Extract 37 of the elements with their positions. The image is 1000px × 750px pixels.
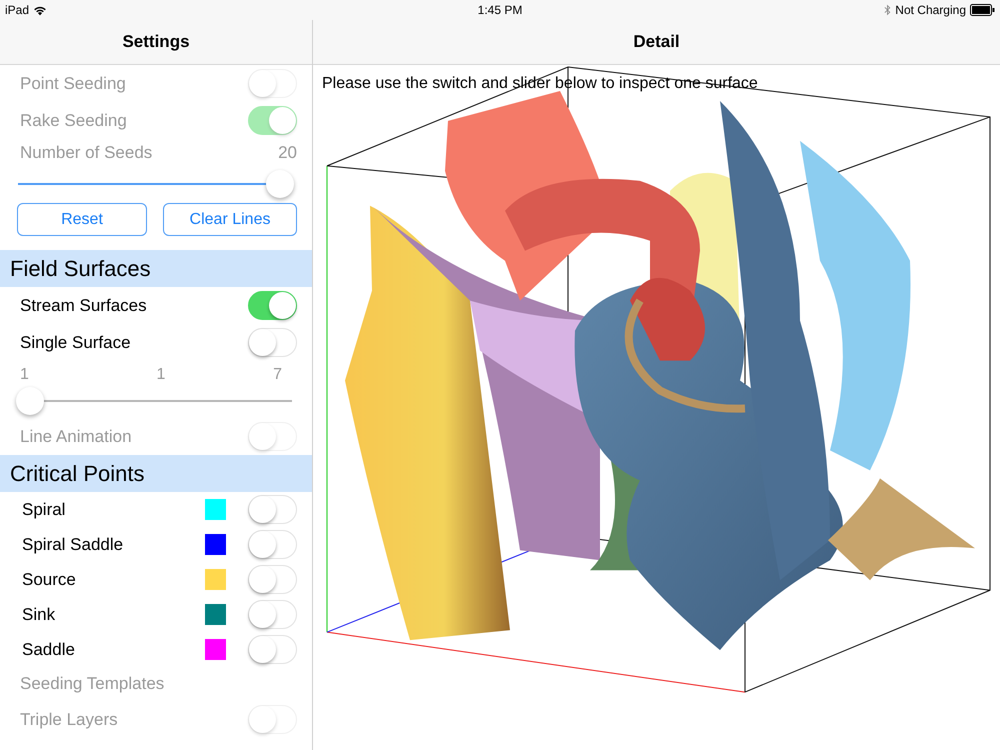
bluetooth-icon	[884, 4, 892, 16]
wifi-icon	[33, 4, 48, 16]
action-button[interactable]: Reset	[17, 203, 147, 236]
battery-icon	[970, 4, 995, 16]
critical-point-label: Spiral	[22, 500, 66, 520]
toggle-switch[interactable]	[248, 495, 297, 524]
setting-label: Single Surface	[20, 332, 132, 352]
section-header: Critical Points	[0, 455, 312, 492]
action-button[interactable]: Clear Lines	[163, 203, 297, 236]
setting-label: Triple Layers	[20, 710, 119, 730]
toggle-switch[interactable]	[248, 635, 297, 664]
critical-point-label: Saddle	[22, 640, 76, 660]
toggle-switch[interactable]	[248, 565, 297, 594]
toggle-switch[interactable]	[248, 600, 297, 629]
toggle-switch[interactable]	[248, 530, 297, 559]
status-time: 1:45 PM	[478, 3, 522, 17]
battery-status: Not Charging	[895, 3, 966, 17]
detail-title: Detail	[633, 32, 680, 52]
slider-min-label: 1	[20, 366, 29, 384]
critical-point-label: Spiral Saddle	[22, 534, 124, 554]
critical-point-label: Sink	[22, 604, 56, 624]
setting-label: Line Animation	[20, 426, 133, 446]
setting-label: Point Seeding	[20, 74, 127, 94]
slider-value: 1	[156, 366, 166, 384]
slider-thumb[interactable]	[16, 387, 44, 415]
sidebar-title: Settings	[122, 32, 190, 52]
toggle-switch[interactable]	[248, 291, 297, 320]
section-header: Field Surfaces	[0, 250, 312, 287]
setting-label: Seeding Templates	[20, 674, 166, 694]
setting-label: Number of Seeds	[20, 143, 154, 163]
critical-point-label: Source	[22, 570, 77, 590]
setting-label: Stream Surfaces	[20, 296, 148, 316]
seed-count: 20	[278, 143, 297, 163]
device-name: iPad	[5, 3, 30, 17]
toggle-switch[interactable]	[248, 328, 297, 357]
slider-max-label: 7	[273, 366, 282, 384]
setting-label: Rake Seeding	[20, 110, 128, 130]
